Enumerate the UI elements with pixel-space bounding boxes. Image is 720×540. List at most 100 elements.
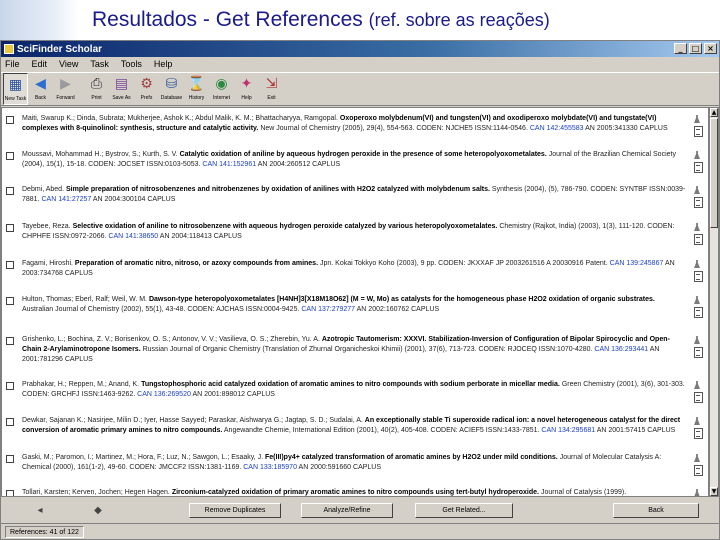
flask-icon[interactable] [692,453,703,463]
document-icon[interactable] [692,465,703,476]
database-icon: ⛁ [165,76,178,92]
toolbar-label: Save As [112,95,131,101]
document-icon[interactable] [692,234,703,245]
toolbar-help-button[interactable]: ✦ Help [234,73,259,105]
flask-icon[interactable] [692,222,703,232]
flask-icon[interactable] [692,488,703,496]
flask-icon[interactable] [692,416,703,426]
previous-page-icon[interactable]: ◂ [31,502,49,518]
select-checkbox[interactable] [6,418,14,426]
reference-text: Prabhakar, H.; Reppen, M.; Anand, K. Tun… [22,380,686,410]
flask-icon[interactable] [692,259,703,269]
document-icon[interactable] [692,197,703,208]
help-icon: ✦ [240,76,253,92]
document-icon[interactable] [692,126,703,137]
select-checkbox[interactable] [6,337,14,345]
reference-can-link[interactable]: CAN 137:279277 [301,306,355,313]
reference-text: Tollari, Karsten; Kerven, Jochen; Hegen … [22,488,686,496]
toolbar-database-button[interactable]: ⛁ Database [159,73,184,105]
reference-can-link[interactable]: CAN 141:152961 [202,161,256,168]
document-icon[interactable] [692,428,703,439]
reference-entry: Hulton, Thomas; Eberl, Ralf; Weil, W. M.… [2,295,708,329]
scrollbar-thumb[interactable] [710,118,718,228]
select-checkbox[interactable] [6,152,14,160]
reference-can-link[interactable]: CAN 141:27257 [41,196,91,203]
reference-title[interactable]: Fe(III)py4+ catalyzed transformation of … [265,454,558,461]
reference-can-link[interactable]: CAN 136:269520 [137,391,191,398]
reference-title[interactable]: Selective oxidation of aniline to nitros… [73,223,498,230]
reference-can-link[interactable]: CAN 139:245867 [610,260,664,267]
reference-title[interactable]: Simple preparation of nitrosobenzenes an… [66,186,490,193]
flask-icon[interactable] [692,150,703,160]
toolbar-save-as-button[interactable]: ▤ Save As [109,73,134,105]
document-icon[interactable] [692,347,703,358]
reference-can-link[interactable]: CAN 134:295681 [541,427,595,434]
reference-an: AN 2000:591660 CAPLUS [298,464,382,471]
flask-icon[interactable] [692,335,703,345]
toolbar-history-button[interactable]: ⌛ History [184,73,209,105]
menu-help[interactable]: Help [154,59,173,69]
select-checkbox[interactable] [6,224,14,232]
flask-icon[interactable] [692,185,703,195]
toolbar-back-button[interactable]: ◀ Back [28,73,53,105]
reference-can-link[interactable]: CAN 142:455583 [530,125,584,132]
reference-authors: Debmi, Abed. [22,186,65,193]
document-icon[interactable] [692,392,703,403]
reference-title[interactable]: Preparation of aromatic nitro, nitroso, … [75,260,318,267]
reference-an: AN 2004:300104 CAPLUS [92,196,176,203]
reference-title[interactable]: Zirconium-catalyzed oxidation of primary… [172,489,539,496]
flask-icon[interactable] [692,295,703,305]
reference-can-link[interactable]: CAN 141:38650 [108,233,158,240]
window-titlebar[interactable]: SciFinder Scholar _ □ × [1,41,719,57]
close-button[interactable]: × [704,43,717,54]
window-title: SciFinder Scholar [17,43,103,55]
results-list[interactable]: Maiti, Swarup K.; Dinda, Subrata; Mukher… [1,107,709,497]
reference-actions [692,453,706,477]
reference-actions [692,335,706,359]
menu-file[interactable]: File [5,59,20,69]
vertical-scrollbar[interactable]: ▲ ▼ [709,107,719,497]
select-checkbox[interactable] [6,297,14,305]
analyze-refine-button[interactable]: Analyze/Refine [301,503,393,518]
select-checkbox[interactable] [6,187,14,195]
menu-task[interactable]: Task [90,59,109,69]
select-checkbox[interactable] [6,455,14,463]
select-checkbox[interactable] [6,490,14,496]
reference-actions [692,488,706,496]
menu-tools[interactable]: Tools [121,59,142,69]
toolbar-internet-button[interactable]: ◉ Internet [209,73,234,105]
get-related-button[interactable]: Get Related... [415,503,513,518]
diamond-nav-icon[interactable]: ◆ [89,502,107,518]
toolbar-forward-button[interactable]: ▶ Forward [53,73,78,105]
flask-icon[interactable] [692,380,703,390]
scroll-up-icon[interactable]: ▲ [710,108,718,117]
menu-view[interactable]: View [59,59,78,69]
toolbar-print-button[interactable]: ⎙ Print [84,73,109,105]
remove-duplicates-button[interactable]: Remove Duplicates [189,503,281,518]
reference-text: Grishenko, L.; Bochina, Z. V.; Borisenko… [22,335,686,375]
reference-an: AN 2001:898012 CAPLUS [192,391,275,398]
toolbar-exit-button[interactable]: ⇲ Exit [259,73,284,105]
maximize-button[interactable]: □ [689,43,702,54]
reference-entry: Grishenko, L.; Bochina, Z. V.; Borisenko… [2,335,708,375]
reference-title[interactable]: Tungstophosphoric acid catalyzed oxidati… [141,381,560,388]
back-button[interactable]: Back [613,503,699,518]
toolbar-new-task-button[interactable]: ▦ New Task [3,73,28,105]
menu-edit[interactable]: Edit [32,59,48,69]
select-checkbox[interactable] [6,382,14,390]
select-checkbox[interactable] [6,261,14,269]
reference-text: Gaski, M.; Paromon, I.; Martinez, M.; Ho… [22,453,686,483]
minimize-button[interactable]: _ [674,43,687,54]
reference-title[interactable]: Dawson-type heteropolyoxometalates [H4NH… [149,296,655,303]
document-icon[interactable] [692,162,703,173]
select-checkbox[interactable] [6,116,14,124]
reference-text: Maiti, Swarup K.; Dinda, Subrata; Mukher… [22,114,686,146]
reference-can-link[interactable]: CAN 136:293441 [594,346,648,353]
toolbar-prefs-button[interactable]: ⚙ Prefs [134,73,159,105]
scroll-down-icon[interactable]: ▼ [710,487,718,496]
reference-title[interactable]: Catalytic oxidation of aniline by aqueou… [180,151,547,158]
flask-icon[interactable] [692,114,703,124]
document-icon[interactable] [692,271,703,282]
document-icon[interactable] [692,307,703,318]
reference-can-link[interactable]: CAN 133:185970 [243,464,297,471]
